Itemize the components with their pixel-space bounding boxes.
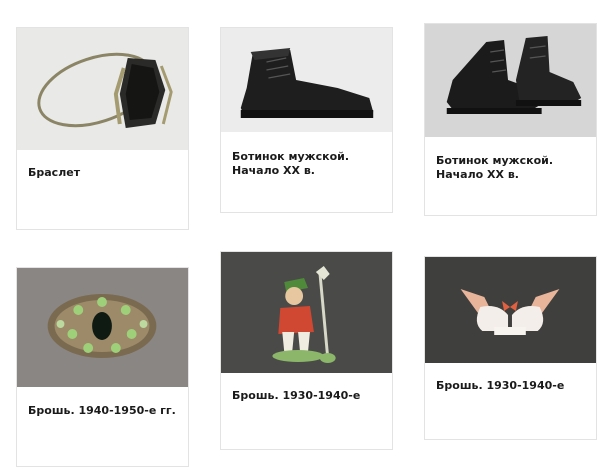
- item-image-boots-pair[interactable]: [425, 24, 596, 137]
- item-title[interactable]: Брошь. 1940-1950-е гг.: [28, 404, 180, 418]
- item-image-bracelet[interactable]: [17, 28, 188, 150]
- item-card-brooch-birds[interactable]: Брошь. 1930-1940-е: [424, 256, 597, 440]
- item-card-boot[interactable]: Ботинок мужской. Начало XX в.: [220, 27, 393, 213]
- item-image-brooch-birds[interactable]: [425, 257, 596, 363]
- item-title[interactable]: Брошь. 1930-1940-е: [436, 379, 588, 393]
- item-image-boot[interactable]: [221, 28, 392, 132]
- item-title[interactable]: Брошь. 1930-1940-е: [232, 389, 384, 403]
- item-card-brooch-boy[interactable]: Брошь. 1930-1940-е: [220, 251, 393, 450]
- item-card-bracelet[interactable]: Браслет: [16, 27, 189, 230]
- item-card-brooch-jeweled[interactable]: Брошь. 1940-1950-е гг.: [16, 267, 189, 467]
- item-title[interactable]: Ботинок мужской. Начало XX в.: [436, 154, 588, 182]
- item-card-boots-pair[interactable]: Ботинок мужской. Начало XX в.: [424, 23, 597, 216]
- item-image-brooch-boy[interactable]: [221, 252, 392, 373]
- item-image-brooch-jeweled[interactable]: [17, 268, 188, 387]
- item-title[interactable]: Браслет: [28, 166, 180, 180]
- item-title[interactable]: Ботинок мужской. Начало XX в.: [232, 150, 384, 178]
